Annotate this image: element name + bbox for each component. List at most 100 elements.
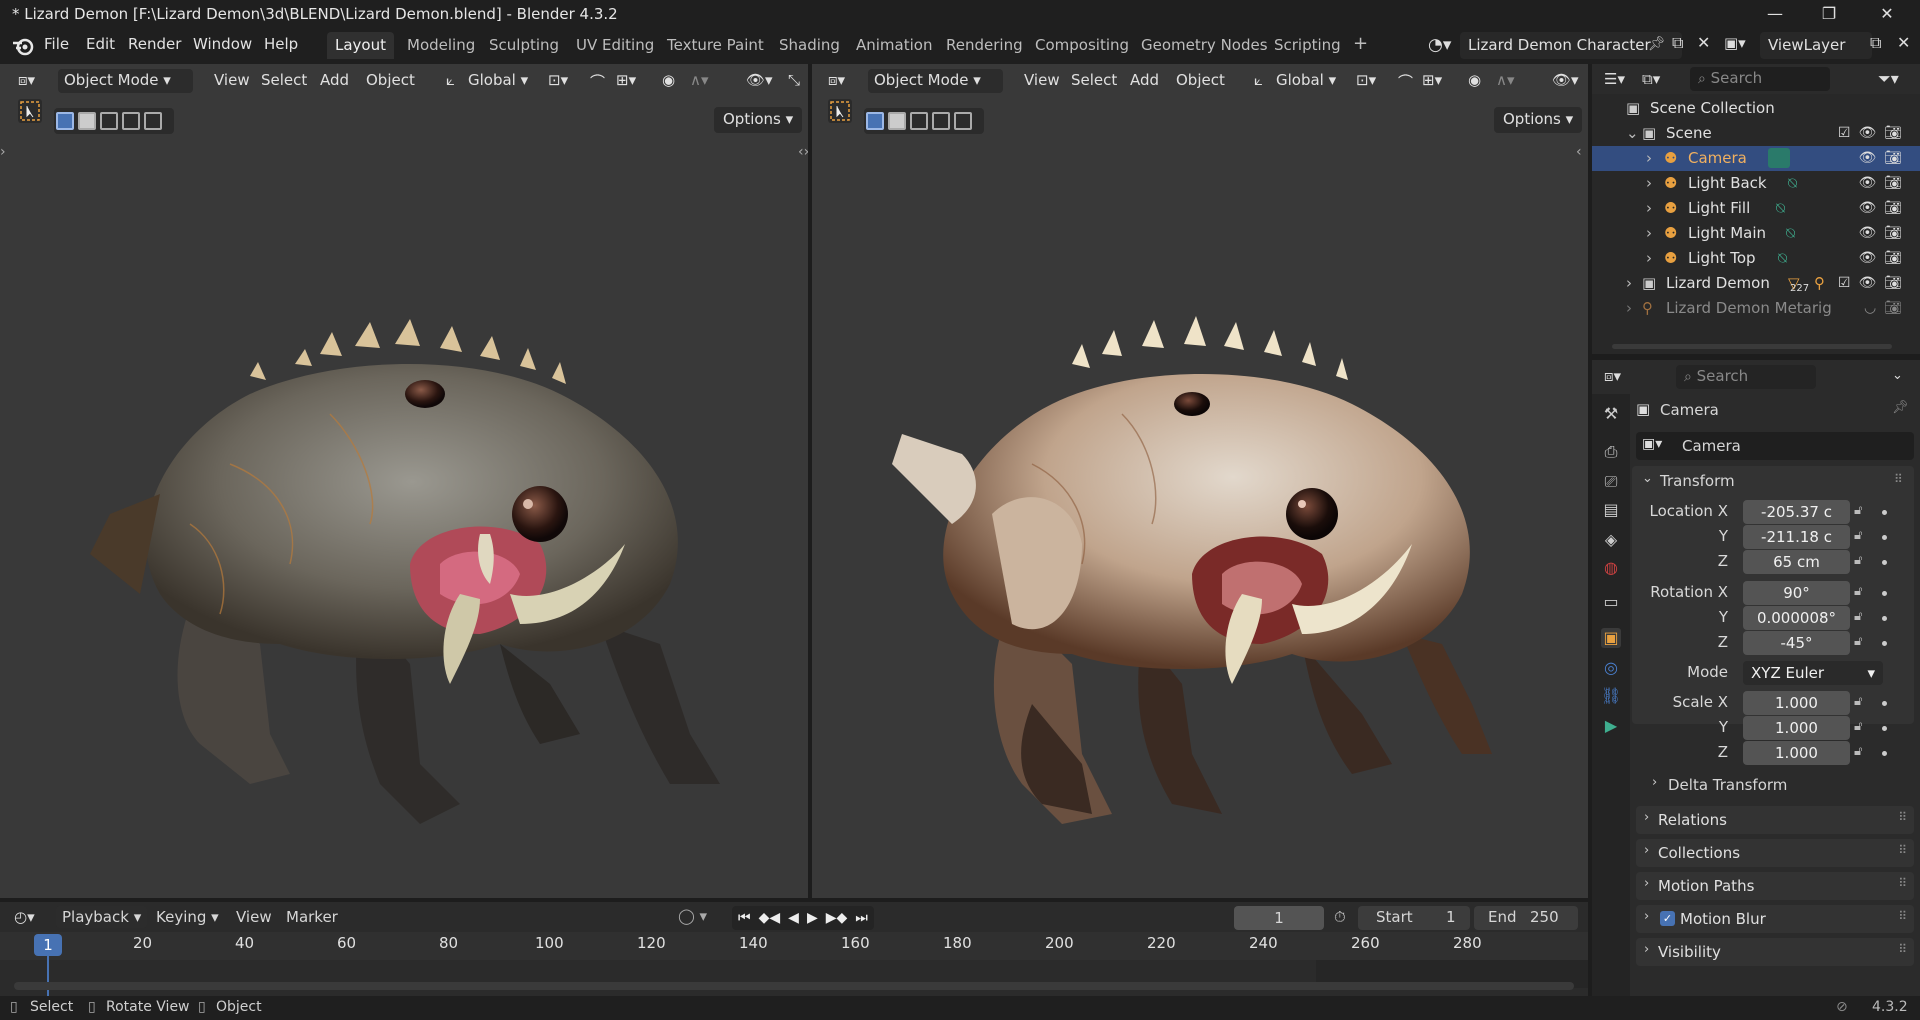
outliner-row-lizard-demon[interactable]: › ▣ Lizard Demon ▽ 227 ⚲ ☑👁︎📷︎	[1592, 271, 1920, 296]
tab-uv-editing[interactable]: UV Editing	[568, 32, 662, 59]
minimize-button[interactable]: —	[1746, 0, 1804, 28]
keyframe-dot-icon[interactable]	[1882, 560, 1887, 565]
row-toggle-icons[interactable]: 👁︎📷︎	[1858, 175, 1910, 191]
viewport-right[interactable]: ⧈▾ Object Mode ▾ View Select Add Object …	[812, 64, 1588, 898]
transform-orientation-icon-right[interactable]: ⟀	[1248, 69, 1269, 93]
vp-right-menu-view[interactable]: View	[1018, 69, 1066, 93]
lizard-demon-model-solid[interactable]	[80, 264, 760, 864]
row-toggle-icons[interactable]: ☑👁︎📷︎	[1838, 125, 1910, 141]
outliner-editor-type-icon[interactable]: ☰▾	[1604, 70, 1625, 88]
chevron-down-icon[interactable]: ⌄	[1642, 471, 1653, 486]
current-frame-field[interactable]: 1	[1234, 906, 1324, 930]
menu-edit[interactable]: Edit	[86, 35, 115, 53]
outliner-row-scene[interactable]: ⌄ ▣ Scene ☑👁︎📷︎	[1592, 121, 1920, 146]
scale-z-field[interactable]: 1.000	[1743, 741, 1850, 765]
tab-geometry-nodes[interactable]: Geometry Nodes	[1133, 32, 1276, 59]
subtract-selection-icon[interactable]	[100, 112, 118, 130]
select-tool-icon-right[interactable]	[828, 99, 852, 123]
snap-icon-right[interactable]: ⌒	[1392, 69, 1419, 93]
lock-icon[interactable]: 🔓︎	[1854, 584, 1862, 599]
lock-icon[interactable]: 🔓︎	[1854, 634, 1862, 649]
stopwatch-icon[interactable]: ⏱	[1334, 908, 1346, 926]
checkbox-checked-icon[interactable]: ✓	[1660, 911, 1675, 926]
tool-tab-icon[interactable]: ⚒	[1601, 404, 1621, 424]
row-toggle-icons[interactable]: 👁︎📷︎	[1858, 150, 1910, 166]
transform-orientation-icon[interactable]: ⟀	[440, 69, 461, 93]
outliner-row-lizard-demon-metarig[interactable]: › ⚲ Lizard Demon Metarig ◡📷︎	[1592, 296, 1920, 321]
object-tab-icon[interactable]: ▣	[1601, 628, 1621, 648]
extend-selection-icon[interactable]	[78, 112, 96, 130]
timeline-editor-type-icon[interactable]: ◴▾	[14, 908, 35, 926]
vp-right-menu-select[interactable]: Select	[1065, 69, 1123, 93]
lock-icon[interactable]: 🔓︎	[1854, 609, 1862, 624]
keyframe-dot-icon[interactable]	[1882, 591, 1887, 596]
lock-icon[interactable]: 🔓︎	[1854, 553, 1862, 568]
lock-icon[interactable]: 🔓︎	[1854, 503, 1862, 518]
add-workspace-button[interactable]: +	[1345, 29, 1376, 56]
properties-editor-type-icon[interactable]: ⧈▾	[1604, 367, 1621, 385]
timeline-view-menu[interactable]: View	[236, 908, 272, 926]
vp-left-menu-select[interactable]: Select	[255, 69, 313, 93]
pivot-point-icon-right[interactable]: ⊡▾	[1350, 69, 1382, 93]
visibility-icon-right[interactable]: 👁︎▾	[1546, 69, 1585, 93]
drag-handle-icon[interactable]: ⠿	[1898, 909, 1907, 923]
new-view-layer-icon[interactable]: ⧉	[1870, 33, 1881, 53]
jump-to-start-icon[interactable]: ⏮	[738, 910, 751, 926]
view-layer-tab-icon[interactable]: ▤	[1601, 500, 1621, 520]
falloff-icon-right[interactable]: ∧▾	[1490, 69, 1521, 93]
vp-left-menu-object[interactable]: Object	[360, 69, 421, 93]
outliner-row-light-top[interactable]: › ⚉ Light Top ⍉ 👁︎📷︎	[1592, 246, 1920, 271]
drag-handle-icon[interactable]: ⠿	[1894, 472, 1903, 486]
playhead-frame-indicator[interactable]: 1	[34, 934, 62, 956]
sidebar-expand-icon[interactable]: ‹›	[798, 144, 808, 160]
menu-help[interactable]: Help	[264, 35, 298, 53]
lock-icon[interactable]: 🔓︎	[1854, 694, 1862, 709]
rotation-y-field[interactable]: 0.000008°	[1743, 606, 1850, 630]
outliner-row-light-fill[interactable]: › ⚉ Light Fill ⍉ 👁︎📷︎	[1592, 196, 1920, 221]
marker-menu[interactable]: Marker	[286, 908, 338, 926]
lock-icon[interactable]: 🔓︎	[1854, 744, 1862, 759]
playback-menu[interactable]: Playback ▾	[56, 906, 148, 928]
light-data-icon[interactable]: ⍉	[1778, 249, 1787, 267]
options-dropdown-right[interactable]: Options ▾	[1494, 107, 1583, 133]
keyframe-dot-icon[interactable]	[1882, 510, 1887, 515]
snap-target-icon[interactable]: ⊞▾	[610, 69, 642, 93]
chevron-right-icon[interactable]: ›	[1646, 174, 1652, 192]
physics-tab-icon[interactable]: ◎	[1601, 658, 1621, 678]
drag-handle-icon[interactable]: ⠿	[1898, 810, 1907, 824]
menu-window[interactable]: Window	[193, 35, 252, 53]
orientation-dropdown-right[interactable]: Global ▾	[1270, 69, 1342, 93]
panel-collections[interactable]: › Collections ⠿	[1636, 839, 1914, 867]
tab-layout[interactable]: Layout	[327, 32, 394, 59]
selection-mode-buttons[interactable]	[54, 108, 174, 134]
tab-compositing[interactable]: Compositing	[1027, 32, 1137, 59]
keyframe-dot-icon[interactable]	[1882, 535, 1887, 540]
scene-tab-icon[interactable]: ◈	[1601, 530, 1621, 550]
vp-right-menu-add[interactable]: Add	[1124, 69, 1165, 93]
jump-to-keyframe-icon[interactable]: ◆◀	[759, 910, 781, 926]
tab-scripting[interactable]: Scripting	[1266, 32, 1349, 59]
end-frame-field[interactable]: End 250	[1474, 906, 1578, 930]
constraints-tab-icon[interactable]: ⛓︎	[1601, 686, 1621, 706]
subtract-selection-icon-right[interactable]	[910, 112, 928, 130]
toolbar-expand-icon[interactable]: ›	[0, 144, 6, 160]
scene-selector-icon[interactable]: ◔▾	[1428, 35, 1451, 55]
filter-icon[interactable]: ⏷▾	[1878, 69, 1899, 89]
lock-icon[interactable]: 🔓︎	[1854, 719, 1862, 734]
outliner-scrollbar[interactable]	[1612, 344, 1892, 349]
jump-next-keyframe-icon[interactable]: ▶◆	[826, 910, 848, 926]
proportional-edit-icon-right[interactable]: ◉	[1462, 69, 1487, 93]
play-reverse-icon[interactable]: ◀	[788, 910, 799, 926]
new-scene-icon[interactable]: ⧉	[1672, 33, 1683, 53]
keyframe-dot-icon[interactable]	[1882, 726, 1887, 731]
keyframe-dot-icon[interactable]	[1882, 616, 1887, 621]
menu-render[interactable]: Render	[128, 35, 181, 53]
collection-tab-icon[interactable]: ▭	[1601, 592, 1621, 612]
set-new-selection-icon[interactable]	[56, 112, 74, 130]
row-toggle-icons[interactable]: 👁︎📷︎	[1858, 225, 1910, 241]
drag-handle-icon[interactable]: ⠿	[1898, 843, 1907, 857]
blender-logo-icon[interactable]	[12, 36, 34, 56]
record-icon[interactable]: ◯ ▾	[678, 907, 707, 925]
light-data-icon[interactable]: ⍉	[1788, 174, 1797, 192]
rotation-z-field[interactable]: -45°	[1743, 631, 1850, 655]
